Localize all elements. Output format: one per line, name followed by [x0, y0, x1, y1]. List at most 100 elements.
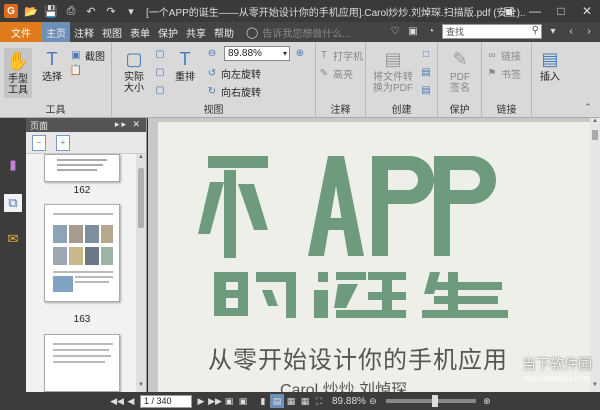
- scroll-down-icon[interactable]: ▼: [590, 382, 600, 392]
- heart-icon[interactable]: ♡: [388, 25, 402, 39]
- zoom-in-button[interactable]: ⊕: [294, 47, 306, 59]
- single-page-icon[interactable]: ▮: [256, 394, 270, 408]
- quick-access-dropdown-icon[interactable]: ▾: [124, 4, 138, 18]
- title-bar: G 📂 💾 ⎙ ↶ ↷ ▾ [一个APP的诞生——从零开始设计你的手机应用].C…: [0, 0, 600, 22]
- zoom-slider[interactable]: [385, 395, 476, 407]
- scroll-up-icon[interactable]: ▲: [136, 154, 146, 164]
- links-group: ∞ 链接 ⚑ 书签 链接: [482, 42, 532, 118]
- tab-help[interactable]: 帮助: [210, 22, 238, 42]
- comments-icon[interactable]: ✉: [4, 230, 22, 248]
- cover-subtitle: 从零开始设计你的手机应用: [208, 346, 508, 374]
- maximize-button[interactable]: □: [548, 0, 574, 22]
- navigation-rail: ▮ ⧉ ✉: [0, 118, 26, 392]
- search-options-icon[interactable]: ▾: [546, 25, 560, 39]
- insert-button[interactable]: ▤ 插入: [536, 48, 564, 84]
- screenshot-button[interactable]: ▣ 截图: [70, 48, 105, 63]
- page-thumbnail[interactable]: [44, 154, 120, 182]
- tab-protect[interactable]: 保护: [154, 22, 182, 42]
- minimize-button[interactable]: —: [522, 0, 548, 22]
- select-button[interactable]: T 选择: [38, 48, 66, 84]
- zoom-slider-knob[interactable]: [431, 395, 438, 407]
- tab-home[interactable]: 主页: [42, 22, 70, 42]
- convert-to-pdf-button[interactable]: ▤ 将文件转 换为PDF: [370, 48, 416, 95]
- continuous-page-icon[interactable]: ▤: [270, 394, 284, 408]
- reflow-button[interactable]: T 重排: [172, 48, 198, 84]
- pages-panel: 页面 ▸▸ ✕ − + 162 163 ▲ ▼: [26, 118, 147, 392]
- next-view-icon[interactable]: ▣: [236, 394, 250, 408]
- scroll-thumb[interactable]: [138, 168, 144, 228]
- scroll-up-icon[interactable]: ▲: [590, 118, 600, 128]
- scroll-down-icon[interactable]: ▼: [136, 382, 146, 392]
- zoom-out-icon[interactable]: ⊖: [366, 394, 380, 408]
- document-scrollbar[interactable]: ▲ ▼: [590, 118, 600, 392]
- undo-icon[interactable]: ↶: [84, 4, 98, 18]
- zoom-in-thumbnails-icon[interactable]: +: [56, 134, 70, 151]
- save-icon[interactable]: 💾: [44, 4, 58, 18]
- search-next-icon[interactable]: ›: [582, 25, 596, 39]
- tab-view[interactable]: 视图: [98, 22, 126, 42]
- status-bar: ◀◀ ◀ 1 / 340 ▶ ▶▶ ▣ ▣ ▮ ▤ ▦ ▦ ⛶ 89.88% ⊖…: [0, 392, 600, 410]
- actual-size-button[interactable]: ▢ 实际 大小: [118, 48, 150, 95]
- foxit-logo-icon[interactable]: G: [4, 4, 18, 18]
- previous-page-icon[interactable]: ◀: [124, 394, 138, 408]
- scroll-thumb[interactable]: [592, 130, 598, 140]
- next-page-icon[interactable]: ▶: [194, 394, 208, 408]
- last-page-icon[interactable]: ▶▶: [208, 394, 222, 408]
- print-icon[interactable]: ⎙: [64, 4, 78, 18]
- thumbnails-icon[interactable]: ⧉: [4, 194, 22, 212]
- continuous-facing-icon[interactable]: ▦: [298, 394, 312, 408]
- fullscreen-icon[interactable]: ⛶: [312, 394, 326, 408]
- fit-page-button[interactable]: ▢: [154, 48, 166, 60]
- tab-share[interactable]: 共享: [182, 22, 210, 42]
- zoom-out-thumbnails-icon[interactable]: −: [32, 134, 46, 151]
- restore-down-icon[interactable]: ▣: [496, 0, 522, 22]
- file-menu[interactable]: 文件: [0, 22, 42, 42]
- zoom-out-button[interactable]: ⊖: [206, 47, 218, 59]
- clipboard-button[interactable]: 📋: [70, 64, 82, 76]
- fit-width-button[interactable]: ▢: [154, 66, 166, 78]
- redo-icon[interactable]: ↷: [104, 4, 118, 18]
- pdf-sign-button[interactable]: ✎ PDF 签名: [446, 48, 474, 95]
- panel-scrollbar[interactable]: ▲ ▼: [136, 154, 146, 392]
- zoom-in-icon[interactable]: ⊕: [480, 394, 494, 408]
- facing-page-icon[interactable]: ▦: [284, 394, 298, 408]
- hand-tool-button[interactable]: ✋ 手型 工具: [4, 48, 32, 98]
- protect-group: ✎ PDF 签名 保护: [438, 42, 482, 118]
- document-view[interactable]: 从零开始设计你的手机应用 Carol 炒炒 刘焯琛 ▲ ▼: [148, 118, 600, 392]
- link-button[interactable]: ∞ 链接: [486, 48, 521, 63]
- window-title: [一个APP的诞生——从零开始设计你的手机应用].Carol炒炒.刘焯琛.扫描版…: [146, 7, 526, 19]
- search-prev-icon[interactable]: ‹: [564, 25, 578, 39]
- rotate-left-button[interactable]: ↺ 向左旋转: [206, 66, 261, 81]
- create-blank-button[interactable]: □: [420, 48, 432, 60]
- open-folder-icon[interactable]: 📂: [24, 4, 38, 18]
- panel-controls-icon[interactable]: ▸▸ ✕: [115, 119, 142, 130]
- search-icon[interactable]: ⚲: [532, 25, 539, 36]
- collapse-ribbon-icon[interactable]: ⌃: [584, 102, 592, 113]
- typewriter-button[interactable]: T 打字机: [318, 48, 363, 63]
- pen-icon: ✎: [452, 48, 468, 69]
- fit-visible-button[interactable]: ▢: [154, 84, 166, 96]
- skin-icon[interactable]: ◔: [424, 25, 438, 39]
- first-page-icon[interactable]: ◀◀: [110, 394, 124, 408]
- panel-toolbar: − +: [26, 132, 146, 154]
- page-number-field[interactable]: 1 / 340: [140, 394, 192, 408]
- bookmark-button[interactable]: ⚑ 书签: [486, 66, 521, 81]
- tell-me-input[interactable]: 告诉我您想做什么...: [262, 25, 350, 40]
- page-thumbnail[interactable]: [44, 334, 120, 392]
- pdf-page[interactable]: 从零开始设计你的手机应用 Carol 炒炒 刘焯琛: [158, 122, 590, 392]
- tab-comment[interactable]: 注释: [70, 22, 98, 42]
- rotate-right-button[interactable]: ↻ 向右旋转: [206, 84, 261, 99]
- page-thumbnail[interactable]: [44, 204, 120, 302]
- camera-icon: ▣: [71, 50, 81, 61]
- close-button[interactable]: ✕: [574, 0, 600, 22]
- search-input[interactable]: 查找 ⚲: [442, 24, 542, 39]
- create-scan-button[interactable]: ▤: [420, 66, 432, 78]
- comment-group: T 打字机 ✎ 高亮 注释: [316, 42, 366, 118]
- tab-form[interactable]: 表单: [126, 22, 154, 42]
- zoom-select[interactable]: 89.88% ▾: [224, 46, 290, 61]
- create-clipboard-button[interactable]: ▤: [420, 84, 432, 96]
- chat-icon[interactable]: ▣: [406, 25, 420, 39]
- previous-view-icon[interactable]: ▣: [222, 394, 236, 408]
- pages-panel-icon[interactable]: ▮: [4, 156, 22, 174]
- highlight-button[interactable]: ✎ 高亮: [318, 66, 353, 81]
